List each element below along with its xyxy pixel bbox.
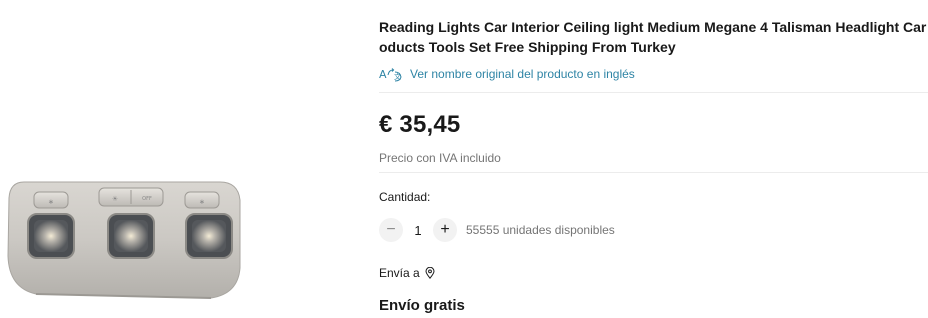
svg-text:∗: ∗ — [48, 198, 54, 206]
stock-available: 55555 unidades disponibles — [466, 223, 615, 237]
location-pin-icon — [425, 267, 435, 279]
free-shipping-label: Envío gratis — [379, 297, 465, 314]
quantity-stepper: − 1 + 55555 unidades disponibles — [379, 218, 615, 242]
svg-text:∗: ∗ — [199, 198, 205, 206]
svg-text:☀: ☀ — [112, 195, 118, 203]
ship-to-selector[interactable]: Envía a — [379, 266, 435, 280]
product-title: Reading Lights Car Interior Ceiling ligh… — [379, 17, 928, 57]
svg-text:文: 文 — [394, 72, 401, 81]
view-original-name-link[interactable]: A 文 Ver nombre original del producto en … — [379, 66, 635, 82]
decrease-quantity-button[interactable]: − — [379, 218, 403, 242]
ship-to-label: Envía a — [379, 266, 420, 280]
quantity-label: Cantidad: — [379, 190, 431, 204]
tax-note: Precio con IVA incluido — [379, 151, 501, 165]
product-photo[interactable]: ∗ ☀ OFF ∗ — [6, 176, 246, 306]
translate-icon: A 文 — [379, 68, 402, 82]
svg-text:OFF: OFF — [142, 196, 152, 202]
view-original-name-label: Ver nombre original del producto en ingl… — [410, 67, 635, 81]
quantity-value[interactable]: 1 — [403, 223, 433, 238]
product-price: € 35,45 — [379, 111, 461, 138]
increase-quantity-button[interactable]: + — [433, 218, 457, 242]
divider — [379, 92, 928, 93]
divider — [379, 172, 928, 173]
product-info-panel: Reading Lights Car Interior Ceiling ligh… — [379, 0, 928, 318]
product-image-column: ∗ ☀ OFF ∗ — [0, 0, 340, 318]
svg-text:A: A — [379, 68, 387, 81]
product-title-line-2: oducts Tools Set Free Shipping From Turk… — [379, 39, 676, 55]
product-title-line-1: Reading Lights Car Interior Ceiling ligh… — [379, 19, 928, 35]
